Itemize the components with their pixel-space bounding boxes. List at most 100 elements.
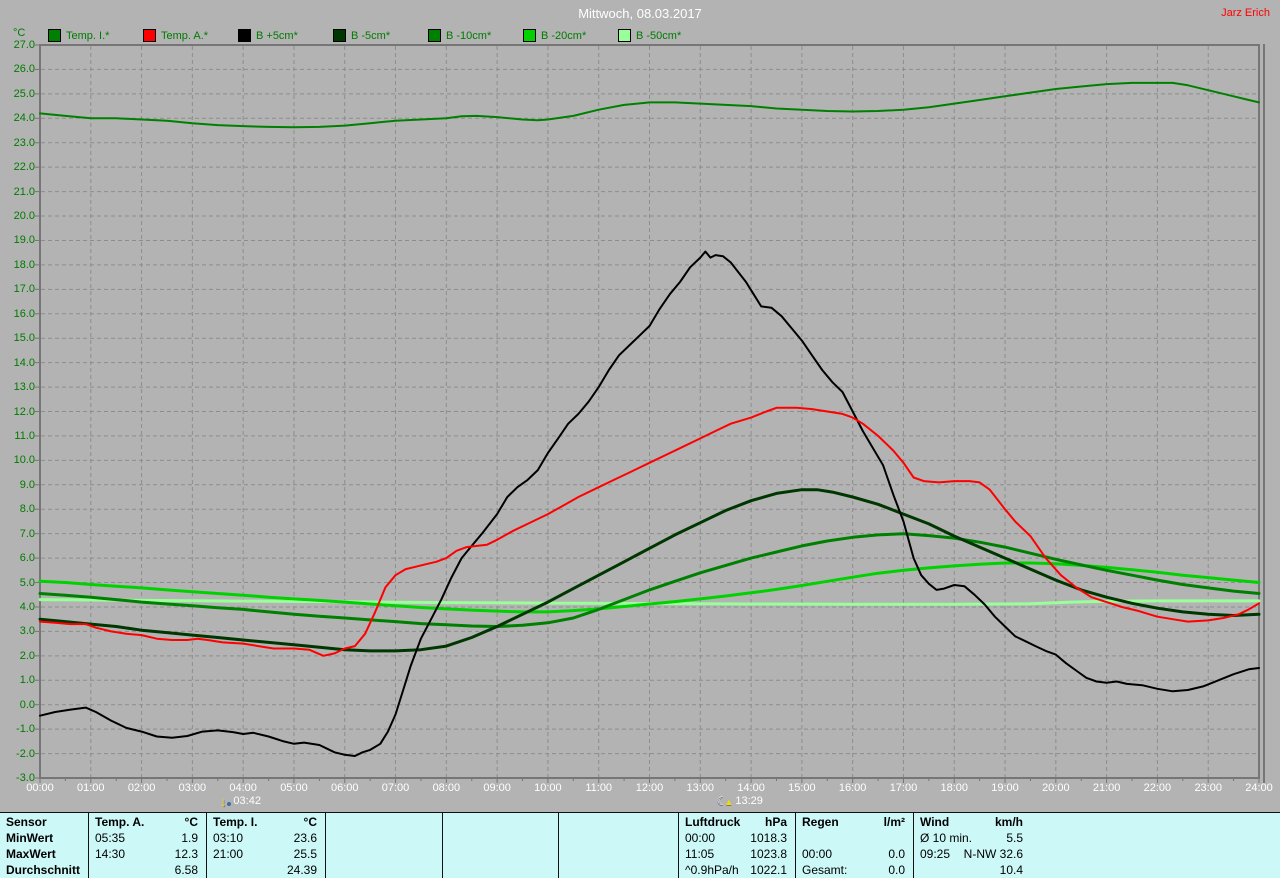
stat-cell: 14:30 xyxy=(95,847,126,861)
table-row: 6.58 xyxy=(89,862,206,878)
table-row xyxy=(559,813,678,830)
stat-cell: Regen xyxy=(802,815,839,829)
table-row: Regen l/m² xyxy=(796,813,913,830)
table-row xyxy=(559,846,678,862)
table-row: MaxWert xyxy=(0,846,88,862)
table-row: Wind km/h xyxy=(914,813,1031,830)
y-tick-label: 5.0 xyxy=(19,576,35,589)
stat-cell: 23.6 xyxy=(293,831,317,845)
stat-cell: °C xyxy=(303,815,317,829)
stat-col-empty xyxy=(442,813,558,878)
x-tick-label: 24:00 xyxy=(1245,782,1273,794)
table-row: 14:30 12.3 xyxy=(89,846,206,862)
stat-cell: 1.9 xyxy=(181,831,198,845)
x-tick-label: 22:00 xyxy=(1143,782,1172,794)
y-tick-label: 12.0 xyxy=(13,405,35,418)
y-tick-label: 22.0 xyxy=(13,161,35,174)
y-tick-label: 11.0 xyxy=(14,429,35,442)
x-tick-label: 06:00 xyxy=(330,782,359,794)
stat-cell: °C xyxy=(184,815,198,829)
table-row: Ø 10 min. 5.5 xyxy=(914,830,1031,846)
table-row: 10.4 xyxy=(914,862,1031,878)
y-tick-label: 21.0 xyxy=(13,185,35,198)
table-row xyxy=(443,830,558,846)
stat-cell: 00:00 xyxy=(802,847,833,861)
stat-cell: Luftdruck xyxy=(685,815,741,829)
table-row: 00:00 1018.3 xyxy=(679,830,795,846)
statistics-table: Sensor MinWert MaxWert Durchschnitt Temp. A.… xyxy=(0,812,1280,879)
table-row xyxy=(443,862,558,878)
y-tick-label: 6.0 xyxy=(19,552,35,565)
x-tick-label: 23:00 xyxy=(1194,782,1222,794)
y-tick-label: 24.0 xyxy=(13,112,35,125)
table-row: Temp. I. °C xyxy=(207,813,325,830)
stat-cell: Gesamt: xyxy=(802,863,848,877)
stat-cell: 11:05 xyxy=(685,847,715,861)
table-row: Durchschnitt xyxy=(0,862,88,878)
table-row xyxy=(796,830,913,846)
x-tick-label: 16:00 xyxy=(838,782,867,794)
stat-cell: N-NW 32.6 xyxy=(963,847,1023,861)
x-tick-label: 12:00 xyxy=(635,782,664,794)
table-row xyxy=(443,846,558,862)
x-tick-label: 07:00 xyxy=(381,782,410,794)
x-tick-label: 17:00 xyxy=(889,782,918,794)
stat-cell: 0.0 xyxy=(888,863,905,877)
y-tick-label: 20.0 xyxy=(13,210,35,223)
x-tick-label: 09:00 xyxy=(483,782,511,794)
table-row: Temp. A. °C xyxy=(89,813,206,830)
table-row: 21:00 25.5 xyxy=(207,846,325,862)
table-row: 00:00 0.0 xyxy=(796,846,913,862)
x-tick-label: 10:00 xyxy=(534,782,562,794)
table-row: 03:10 23.6 xyxy=(207,830,325,846)
table-row: MinWert xyxy=(0,830,88,846)
stat-cell: 10.4 xyxy=(999,863,1023,877)
stat-cell: 0.0 xyxy=(888,847,905,861)
x-tick-label: 19:00 xyxy=(991,782,1019,794)
stat-col-regen: Regen l/m² 00:00 0.0 Gesamt: 0.0 xyxy=(795,813,913,878)
stat-col-empty xyxy=(558,813,678,878)
stat-col-luftdruck: Luftdruck hPa 00:00 1018.3 11:05 1023.8 ^0.9hP… xyxy=(678,813,795,878)
stat-cell: Wind xyxy=(920,815,950,829)
x-tick-label: 20:00 xyxy=(1042,782,1070,794)
marker-dot-icon xyxy=(227,802,232,806)
stat-cell: 03:10 xyxy=(213,831,244,845)
temperature-chart xyxy=(35,44,1265,783)
y-tick-label: 7.0 xyxy=(19,527,35,540)
table-row: Luftdruck hPa xyxy=(679,813,795,830)
table-row: Gesamt: 0.0 xyxy=(796,862,913,878)
table-row xyxy=(326,862,442,878)
moonrise-triangle-icon: ▲ xyxy=(724,797,734,807)
marker-time-label: 13:29 xyxy=(735,795,763,807)
x-tick-label: 05:00 xyxy=(280,782,308,794)
stat-cell: 1018.3 xyxy=(750,831,787,845)
stat-cell: 09:25 xyxy=(920,847,951,861)
stat-cell: 6.58 xyxy=(174,863,198,877)
stat-cell: Durchschnitt xyxy=(6,863,81,877)
y-tick-label: 1.0 xyxy=(19,674,35,687)
y-tick-label: 10.0 xyxy=(13,454,35,467)
marker-0342: ↓ 03:42 xyxy=(220,793,261,809)
y-tick-label: 23.0 xyxy=(13,136,35,149)
y-tick-label: 19.0 xyxy=(13,234,35,247)
x-tick-label: 11:00 xyxy=(585,782,613,794)
stat-cell: 1022.1 xyxy=(750,863,787,877)
x-tick-label: 21:00 xyxy=(1092,782,1121,794)
x-tick-label: 00:00 xyxy=(26,782,54,794)
table-row: 24.39 xyxy=(207,862,325,878)
table-row: 09:25 N-NW 32.6 xyxy=(914,846,1031,862)
y-tick-label: 26.0 xyxy=(13,63,35,76)
series-b-5cm- xyxy=(38,488,1261,653)
weather-app-window: Mittwoch, 08.03.2017 Jarz Erich °C Temp.… xyxy=(0,0,1280,881)
y-tick-label: 8.0 xyxy=(19,503,35,516)
table-row: Sensor xyxy=(0,813,88,830)
y-tick-label: 15.0 xyxy=(13,332,35,345)
x-tick-label: 08:00 xyxy=(432,782,461,794)
marker-time-label: 03:42 xyxy=(233,795,261,807)
stat-cell: Temp. A. xyxy=(95,815,145,829)
stat-col-wind: Wind km/h Ø 10 min. 5.5 09:25 N-NW 32.6 10.4 xyxy=(913,813,1280,878)
marker-1329: ☾ ▲ 13:29 xyxy=(717,793,763,809)
y-tick-label: 0.0 xyxy=(19,698,35,711)
y-tick-label: 3.0 xyxy=(19,625,35,638)
y-tick-label: 18.0 xyxy=(13,258,35,271)
